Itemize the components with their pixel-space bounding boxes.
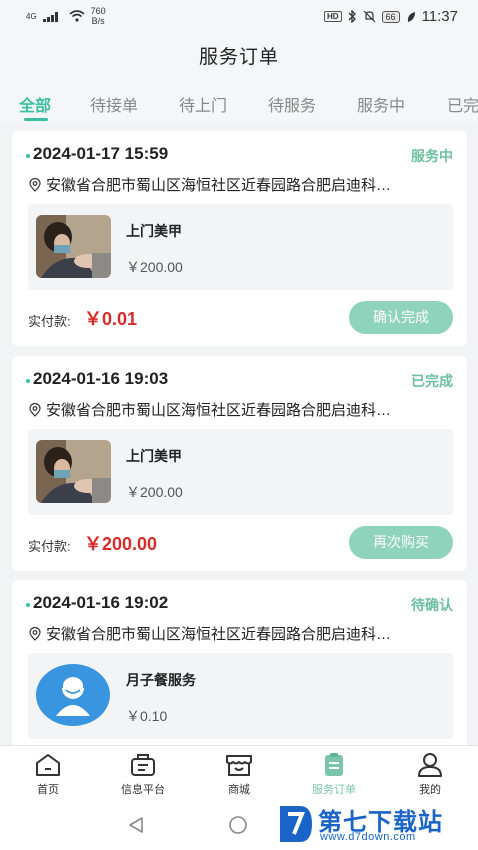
paid-label: 实付款: (28, 314, 71, 329)
order-card[interactable]: 2024-01-16 19:02 待确认 安徽省合肥市蜀山区海恒社区近春园路合肥… (12, 580, 467, 750)
product-thumbnail (36, 440, 111, 503)
product-price: ￥0.10 (126, 708, 168, 724)
product-thumbnail (36, 215, 111, 278)
order-datetime: 2024-01-17 15:59 (33, 144, 169, 163)
bullet-dot (26, 603, 30, 607)
order-card[interactable]: 2024-01-17 15:59 服务中 安徽省合肥市蜀山区海恒社区近春园路合肥… (12, 131, 467, 346)
buy-again-button[interactable]: 再次购买 (349, 526, 453, 559)
clipboard-icon (325, 753, 343, 776)
nav-service-orders[interactable]: 服务订单 (294, 752, 374, 797)
net-speed-value: 760 (90, 6, 106, 16)
tab-pending-visit[interactable]: 待上门 (179, 92, 227, 116)
bottom-nav: 首页 信息平台 商城 服务订单 我的 (0, 745, 478, 800)
order-status: 已完成 (411, 373, 453, 389)
paid-label: 实付款: (28, 539, 71, 554)
location-pin-icon (29, 626, 41, 641)
address-text: 安徽省合肥市蜀山区海恒社区近春园路合肥启迪科… (46, 626, 392, 643)
product-price: ￥200.00 (126, 484, 183, 500)
hd-badge: HD (323, 11, 342, 22)
nav-service-orders-label: 服务订单 (312, 784, 356, 796)
mute-bell-icon (363, 10, 375, 23)
product-name: 月子餐服务 (126, 672, 196, 688)
order-tabs: 全部 待接单 待上门 待服务 服务中 已完 (0, 84, 478, 124)
store-icon (226, 755, 252, 776)
battery-indicator: 66 (381, 10, 400, 23)
location-pin-icon (29, 402, 41, 417)
nav-home[interactable]: 首页 (8, 752, 88, 797)
nav-info-platform-label: 信息平台 (121, 784, 165, 796)
bullet-dot (26, 379, 30, 383)
paid-amount: ￥0.01 (84, 309, 138, 329)
d7-logo-icon (280, 806, 312, 842)
home-circle-icon[interactable] (228, 815, 248, 835)
watermark-url: www.d7down.com (320, 831, 416, 843)
net-speed-unit: B/s (91, 16, 105, 26)
page-title: 服务订单 (198, 47, 279, 68)
order-status: 待确认 (411, 597, 453, 613)
paid-amount: ￥200.00 (84, 534, 158, 554)
network-type: 4G (26, 11, 37, 21)
address-text: 安徽省合肥市蜀山区海恒社区近春园路合肥启迪科… (46, 402, 392, 419)
order-card[interactable]: 2024-01-16 19:03 已完成 安徽省合肥市蜀山区海恒社区近春园路合肥… (12, 356, 467, 571)
clock: 11:37 (421, 8, 458, 25)
product-box[interactable]: 上门美甲 ￥200.00 (28, 429, 453, 515)
tab-completed[interactable]: 已完 (447, 92, 478, 116)
confinement-meal-avatar-icon (36, 664, 111, 727)
status-bar: 4G 760 B/s HD 66 11:37 (0, 0, 478, 34)
watermark: 第七下载站 www.d7down.com (276, 800, 472, 850)
order-datetime: 2024-01-16 19:03 (33, 369, 169, 388)
product-price: ￥200.00 (126, 259, 183, 275)
bullet-dot (26, 154, 30, 158)
wifi-icon (69, 10, 85, 22)
location-pin-icon (29, 177, 41, 192)
system-nav-bar: 第七下载站 www.d7down.com (0, 800, 478, 850)
tab-all[interactable]: 全部 (19, 92, 51, 116)
tab-pending-service[interactable]: 待服务 (268, 92, 316, 116)
tab-indicator (24, 118, 48, 121)
leaf-icon (407, 11, 415, 22)
nav-info-platform[interactable]: 信息平台 (103, 752, 183, 797)
info-platform-icon (131, 754, 155, 776)
user-icon (418, 753, 442, 777)
nav-store-label: 商城 (228, 784, 250, 796)
net-speed: 760 B/s (91, 6, 106, 26)
product-name: 上门美甲 (126, 448, 182, 464)
tab-in-service[interactable]: 服务中 (357, 92, 405, 116)
nav-home-label: 首页 (37, 784, 59, 796)
header: 服务订单 (0, 34, 478, 84)
order-address: 安徽省合肥市蜀山区海恒社区近春园路合肥启迪科… (28, 623, 448, 644)
product-box[interactable]: 上门美甲 ￥200.00 (28, 204, 453, 290)
product-name: 上门美甲 (126, 223, 182, 239)
address-text: 安徽省合肥市蜀山区海恒社区近春园路合肥启迪科… (46, 177, 392, 194)
order-address: 安徽省合肥市蜀山区海恒社区近春园路合肥启迪科… (28, 174, 448, 195)
confirm-complete-button[interactable]: 确认完成 (349, 301, 453, 334)
order-datetime: 2024-01-16 19:02 (33, 593, 169, 612)
product-box[interactable]: 月子餐服务 ￥0.10 (28, 653, 453, 739)
order-status: 服务中 (411, 148, 453, 164)
back-icon[interactable] (126, 815, 146, 835)
signal-icon (42, 12, 58, 22)
nav-store[interactable]: 商城 (199, 752, 279, 797)
bluetooth-icon (348, 10, 356, 23)
order-address: 安徽省合肥市蜀山区海恒社区近春园路合肥启迪科… (28, 399, 448, 420)
tab-pending-accept[interactable]: 待接单 (90, 92, 138, 116)
nav-mine[interactable]: 我的 (390, 752, 470, 797)
nav-mine-label: 我的 (419, 784, 441, 796)
home-icon (36, 754, 60, 776)
